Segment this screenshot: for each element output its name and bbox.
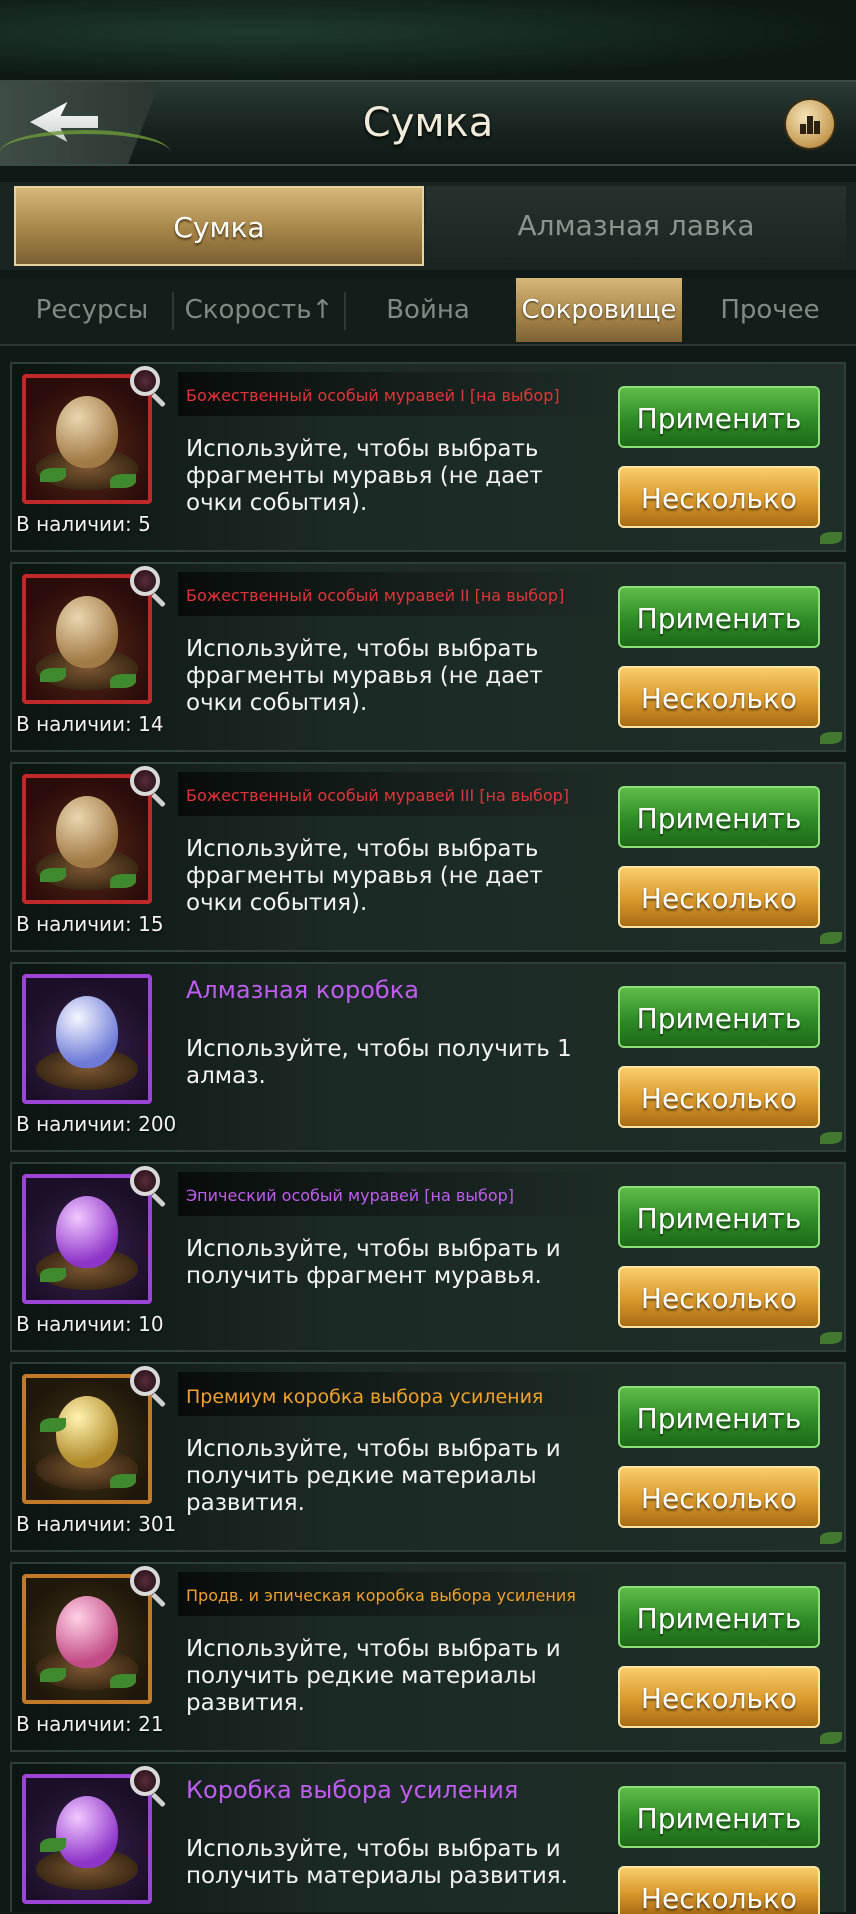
list-item: В наличии: 15 Божественный особый мураве…	[10, 762, 846, 952]
list-item: В наличии: 14 Божественный особый мураве…	[10, 562, 846, 752]
apply-button[interactable]: Применить	[618, 786, 820, 848]
magnifier-icon[interactable]	[130, 566, 160, 596]
magnifier-icon[interactable]	[130, 366, 160, 396]
sub-tabs: Ресурсы Скорость↑ Война Сокровище Прочее	[0, 278, 856, 346]
use-multiple-button[interactable]: Несколько	[618, 1266, 820, 1328]
item-icon[interactable]	[22, 374, 152, 504]
top-background	[0, 0, 856, 80]
use-multiple-button[interactable]: Несколько	[618, 1666, 820, 1728]
subtab-resources[interactable]: Ресурсы	[14, 278, 170, 342]
item-description: Используйте, чтобы выбрать фрагменты мур…	[186, 636, 543, 716]
subtab-other[interactable]: Прочее	[690, 278, 850, 342]
use-multiple-button[interactable]: Несколько	[618, 1466, 820, 1528]
stock-count: В наличии: 14	[16, 712, 164, 736]
use-multiple-button[interactable]: Несколько	[618, 866, 820, 928]
item-icon[interactable]	[22, 1374, 152, 1504]
stock-count: В наличии: 10	[16, 1312, 164, 1336]
list-item: В наличии: 200 Алмазная коробка Использу…	[10, 962, 846, 1152]
magnifier-icon[interactable]	[130, 1566, 160, 1596]
magnifier-icon[interactable]	[130, 1766, 160, 1796]
item-description: Используйте, чтобы выбрать фрагменты мур…	[186, 836, 543, 916]
leaderboard-icon[interactable]	[786, 100, 834, 148]
magnifier-icon[interactable]	[130, 766, 160, 796]
stock-count: В наличии: 301	[16, 1512, 177, 1536]
stock-count: В наличии: 5	[16, 512, 151, 536]
item-name: Божественный особый муравей I [на выбор]	[186, 386, 560, 405]
use-multiple-button[interactable]: Несколько	[618, 1866, 820, 1914]
item-name: Алмазная коробка	[186, 976, 419, 1004]
item-name: Продв. и эпическая коробка выбора усилен…	[186, 1586, 576, 1605]
item-description: Используйте, чтобы выбрать и получить ре…	[186, 1636, 561, 1716]
magnifier-icon[interactable]	[130, 1166, 160, 1196]
item-description: Используйте, чтобы выбрать фрагменты мур…	[186, 436, 543, 516]
item-name: Эпический особый муравей [на выбор]	[186, 1186, 514, 1205]
list-item: В наличии: 21 Продв. и эпическая коробка…	[10, 1562, 846, 1752]
item-name: Божественный особый муравей III [на выбо…	[186, 786, 570, 805]
item-icon[interactable]	[22, 974, 152, 1104]
use-multiple-button[interactable]: Несколько	[618, 666, 820, 728]
stock-count: В наличии: 200	[16, 1112, 177, 1136]
list-item: В наличии: 10 Эпический особый муравей […	[10, 1162, 846, 1352]
list-item: В наличии: 5 Божественный особый муравей…	[10, 362, 846, 552]
list-item: Коробка выбора усиления Используйте, что…	[10, 1762, 846, 1914]
tab-divider	[344, 292, 346, 330]
item-name: Божественный особый муравей II [на выбор…	[186, 586, 565, 605]
tab-divider	[172, 292, 174, 330]
subtab-war[interactable]: Война	[348, 278, 508, 342]
page-title: Сумка	[362, 100, 494, 146]
item-description: Используйте, чтобы выбрать и получить фр…	[186, 1236, 561, 1289]
item-description: Используйте, чтобы получить 1 алмаз.	[186, 1036, 572, 1089]
item-icon[interactable]	[22, 1774, 152, 1904]
tab-bag[interactable]: Сумка	[14, 186, 424, 266]
apply-button[interactable]: Применить	[618, 1386, 820, 1448]
apply-button[interactable]: Применить	[618, 986, 820, 1048]
main-tabs: Сумка Алмазная лавка	[0, 182, 856, 270]
apply-button[interactable]: Применить	[618, 586, 820, 648]
apply-button[interactable]: Применить	[618, 1586, 820, 1648]
stock-count: В наличии: 15	[16, 912, 164, 936]
tab-diamond-shop[interactable]: Алмазная лавка	[426, 186, 846, 266]
use-multiple-button[interactable]: Несколько	[618, 466, 820, 528]
header-bar: Сумка	[0, 80, 856, 166]
item-icon[interactable]	[22, 1574, 152, 1704]
use-multiple-button[interactable]: Несколько	[618, 1066, 820, 1128]
item-description: Используйте, чтобы выбрать и получить ма…	[186, 1836, 568, 1889]
apply-button[interactable]: Применить	[618, 1186, 820, 1248]
item-name: Премиум коробка выбора усиления	[186, 1386, 544, 1408]
item-icon[interactable]	[22, 1174, 152, 1304]
item-name: Коробка выбора усиления	[186, 1776, 519, 1804]
stock-count: В наличии: 21	[16, 1712, 164, 1736]
apply-button[interactable]: Применить	[618, 386, 820, 448]
list-item: В наличии: 301 Премиум коробка выбора ус…	[10, 1362, 846, 1552]
item-icon[interactable]	[22, 774, 152, 904]
apply-button[interactable]: Применить	[618, 1786, 820, 1848]
item-icon[interactable]	[22, 574, 152, 704]
magnifier-icon[interactable]	[130, 1366, 160, 1396]
subtab-speedup[interactable]: Скорость↑	[176, 278, 342, 342]
subtab-treasure[interactable]: Сокровище	[516, 278, 682, 342]
item-description: Используйте, чтобы выбрать и получить ре…	[186, 1436, 561, 1516]
